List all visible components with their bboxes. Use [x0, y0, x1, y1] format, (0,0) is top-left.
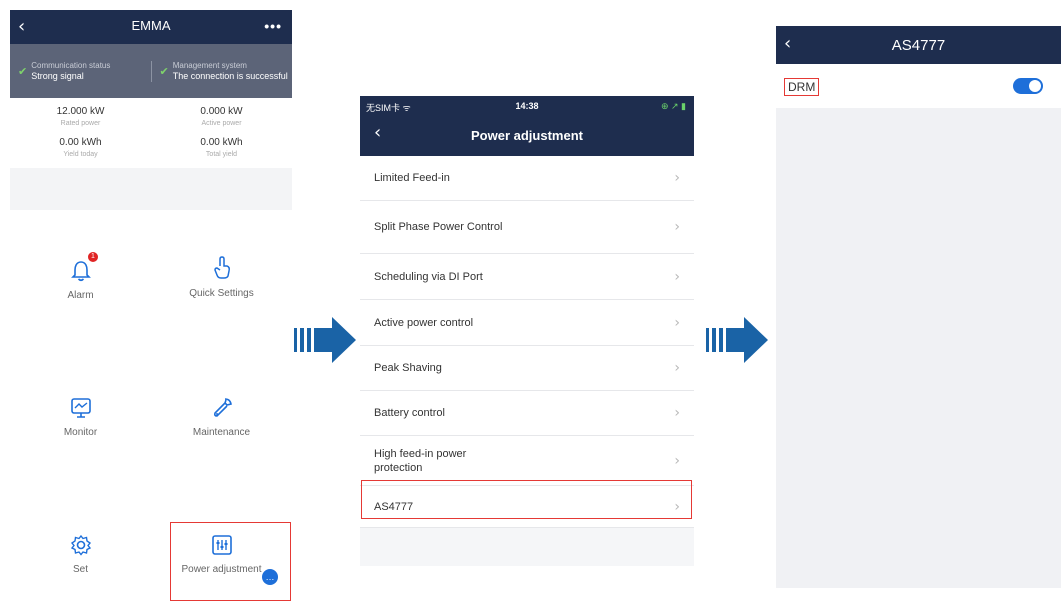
- chat-fab-icon[interactable]: …: [262, 569, 278, 585]
- emma-header: ‹ EMMA •••: [10, 10, 292, 44]
- list-item-active-power[interactable]: Active power control ›: [360, 300, 694, 346]
- list-item-battery-control[interactable]: Battery control ›: [360, 391, 694, 436]
- tap-hand-icon: [213, 256, 230, 279]
- toggle-knob: [1029, 80, 1041, 92]
- status-time: 14:38: [515, 101, 539, 111]
- status-caption: Communication status: [31, 60, 111, 70]
- stat-label: Total yield: [205, 151, 238, 158]
- monitor-tile[interactable]: Monitor: [10, 393, 151, 438]
- emma-home-screen: ‹ EMMA ••• ✔ Communication status Strong…: [10, 10, 292, 602]
- stat-label: Yield today: [63, 151, 98, 158]
- list-item-label: High feed-in power protection: [374, 447, 467, 474]
- check-icon: ✔: [159, 65, 169, 78]
- arrow-right-icon: [294, 317, 356, 363]
- drm-toggle[interactable]: [1013, 78, 1043, 94]
- stat-value: 0.000 kW: [200, 106, 243, 117]
- set-tile[interactable]: Set: [10, 530, 151, 575]
- drm-label: DRM: [784, 78, 820, 96]
- chevron-right-icon: ›: [674, 314, 680, 331]
- chevron-right-icon: ›: [674, 452, 680, 469]
- stat-value: 0.00 kWh: [200, 137, 243, 148]
- gear-icon: [70, 534, 91, 556]
- status-caption: Management system: [172, 60, 247, 70]
- arrow-right-icon: [706, 317, 768, 363]
- list-item-limited-feed-in[interactable]: Limited Feed-in ›: [360, 156, 694, 201]
- tile-label: Monitor: [63, 427, 98, 438]
- list-item-label: Split Phase Power Control: [374, 221, 503, 233]
- tile-label: Alarm: [67, 290, 94, 301]
- monitor-icon: [70, 398, 91, 418]
- alarm-tile[interactable]: 1 Alarm: [10, 252, 151, 301]
- as4777-screen: ‹ AS4777 DRM: [776, 26, 1061, 588]
- stat-value: 0.00 kWh: [59, 137, 102, 148]
- chevron-right-icon: ›: [674, 170, 680, 186]
- list-item-label: Active power control: [374, 316, 474, 329]
- stat-value: 12.000 kW: [56, 106, 105, 117]
- highlight-box: [170, 522, 291, 601]
- chevron-right-icon: ›: [674, 268, 680, 285]
- list-item-high-feed-in[interactable]: High feed-in power protection ›: [360, 436, 694, 486]
- alarm-badge: 1: [88, 252, 98, 262]
- list-item-scheduling-di[interactable]: Scheduling via DI Port ›: [360, 254, 694, 300]
- highlight-box: [361, 480, 692, 519]
- list-item-label: Peak Shaving: [374, 362, 442, 374]
- page-title: EMMA: [131, 18, 171, 33]
- stat-yield-today: 0.00 kWh Yield today: [10, 137, 151, 158]
- connection-status-bar: ✔ Communication status Strong signal ✔ M…: [10, 44, 292, 98]
- check-icon: ✔: [18, 65, 28, 78]
- status-value: The connection is successful: [172, 70, 288, 81]
- management-system-status: ✔ Management system The connection is su…: [150, 60, 293, 82]
- stat-active-power: 0.000 kW Active power: [151, 106, 292, 127]
- power-adjustment-header: 无SIM卡 ᯤ 14:38 ⊕ ↗ ▮ ‹ Power adjustment: [360, 96, 694, 156]
- chevron-right-icon: ›: [674, 360, 680, 376]
- stat-label: Active power: [201, 120, 242, 127]
- quick-settings-tile[interactable]: Quick Settings: [151, 254, 292, 299]
- stat-label: Rated power: [60, 120, 101, 127]
- more-icon[interactable]: •••: [264, 18, 282, 34]
- bell-icon: [70, 261, 91, 282]
- status-icons: ⊕ ↗ ▮: [660, 101, 686, 111]
- tile-label: Quick Settings: [189, 288, 254, 299]
- list-item-split-phase[interactable]: Split Phase Power Control ›: [360, 201, 694, 254]
- chevron-right-icon: ›: [674, 405, 680, 421]
- maintenance-tile[interactable]: Maintenance: [151, 393, 292, 438]
- list-item-label: Limited Feed-in: [374, 172, 450, 184]
- stat-total-yield: 0.00 kWh Total yield: [151, 137, 292, 158]
- tile-label: Set: [72, 564, 88, 575]
- communication-status: ✔ Communication status Strong signal: [10, 61, 151, 82]
- drm-setting-row: DRM: [776, 64, 1061, 108]
- power-adjustment-screen: 无SIM卡 ᯤ 14:38 ⊕ ↗ ▮ ‹ Power adjustment L…: [360, 96, 694, 566]
- list-item-label: Scheduling via DI Port: [374, 270, 483, 283]
- list-item-label: Battery control: [374, 407, 445, 419]
- wrench-icon: [213, 398, 232, 417]
- stat-rated-power: 12.000 kW Rated power: [10, 106, 151, 127]
- page-title: Power adjustment: [471, 128, 583, 143]
- list-item-peak-shaving[interactable]: Peak Shaving ›: [360, 346, 694, 391]
- status-value: Strong signal: [31, 70, 84, 81]
- energy-stats: 12.000 kW Rated power 0.000 kW Active po…: [10, 98, 292, 168]
- as4777-header: ‹ AS4777: [776, 26, 1061, 64]
- chevron-right-icon: ›: [674, 219, 680, 235]
- tile-label: Maintenance: [192, 427, 251, 438]
- page-title: AS4777: [891, 37, 946, 54]
